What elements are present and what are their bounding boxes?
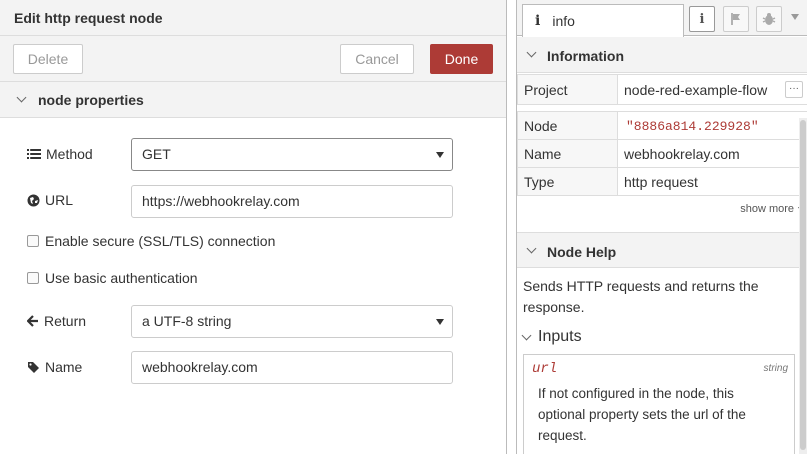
sidebar-scrollbar[interactable]: [799, 118, 807, 454]
return-select[interactable]: a UTF-8 string: [131, 305, 453, 338]
flag-icon: [731, 13, 740, 25]
tray-title: Edit http request node: [14, 10, 163, 26]
scrollbar-thumb[interactable]: [800, 120, 806, 450]
node-info-table: Node "8886a814.229928" Name webhookrelay…: [517, 111, 807, 196]
table-row: Type http request: [517, 167, 807, 196]
ssl-label: Enable secure (SSL/TLS) connection: [45, 233, 276, 249]
tag-icon: [28, 361, 39, 373]
type-value: http request: [617, 167, 807, 196]
method-value: GET: [142, 146, 171, 162]
information-section[interactable]: Information: [517, 37, 807, 73]
table-row: Name webhookrelay.com: [517, 139, 807, 168]
info-icon: i: [535, 13, 541, 29]
auth-label: Use basic authentication: [45, 270, 198, 286]
project-table: Project node-red-example-flow ···: [517, 74, 807, 105]
name-input[interactable]: webhookrelay.com: [131, 351, 453, 384]
table-row: Node "8886a814.229928": [517, 111, 807, 140]
arrow-left-icon: [27, 315, 38, 327]
node-properties-section[interactable]: node properties: [0, 82, 506, 118]
info-tab-icon[interactable]: i: [689, 6, 715, 32]
method-label-text: Method: [46, 146, 93, 162]
flag-tab-icon[interactable]: [723, 6, 749, 32]
node-help-section[interactable]: Node Help: [517, 232, 807, 268]
project-value-cell: node-red-example-flow ···: [617, 74, 807, 105]
url-label-text: URL: [45, 192, 74, 208]
project-more-button[interactable]: ···: [785, 81, 803, 98]
tray-toolbar: Delete Cancel Done: [0, 36, 506, 82]
name-label-text: Name: [45, 359, 83, 375]
chevron-down-icon: [16, 92, 27, 103]
tray-header: Edit http request node: [0, 0, 506, 36]
inputs-title: Inputs: [538, 328, 582, 345]
inputs-header[interactable]: Inputs: [521, 328, 582, 346]
info-icon: i: [699, 11, 705, 27]
project-key: Project: [517, 74, 618, 105]
information-title: Information: [547, 48, 624, 64]
name-key: Name: [517, 139, 618, 168]
node-help-title: Node Help: [547, 244, 617, 260]
tab-info-label: info: [552, 13, 575, 29]
name-value: webhookrelay.com: [617, 139, 807, 168]
caret-down-icon[interactable]: [791, 14, 799, 20]
input-url-name: url: [532, 361, 558, 377]
node-key: Node: [517, 111, 618, 140]
input-url-desc: If not configured in the node, this opti…: [538, 386, 746, 443]
globe-icon: [27, 194, 40, 206]
return-value: a UTF-8 string: [142, 313, 232, 329]
cancel-button[interactable]: Cancel: [340, 44, 414, 74]
caret-down-icon: [436, 152, 444, 158]
bug-icon: [762, 13, 776, 25]
method-label: Method: [27, 146, 93, 162]
show-more-link[interactable]: show more: [740, 203, 804, 215]
url-label: URL: [27, 192, 73, 208]
caret-down-icon: [436, 319, 444, 325]
done-button[interactable]: Done: [430, 44, 493, 74]
list-icon: [27, 149, 41, 159]
tab-info[interactable]: i info: [522, 4, 684, 37]
input-url-type: string: [763, 363, 788, 374]
help-text: Sends HTTP requests and returns the resp…: [523, 278, 759, 315]
debug-tab-icon[interactable]: [756, 6, 782, 32]
ssl-checkbox[interactable]: [27, 235, 39, 247]
return-label-text: Return: [44, 313, 87, 329]
url-input[interactable]: https://webhookrelay.com: [131, 185, 453, 218]
chevron-down-icon: [521, 330, 532, 340]
section-title: node properties: [38, 92, 144, 108]
chevron-down-icon: [526, 243, 537, 254]
method-select[interactable]: GET: [131, 138, 453, 171]
name-label: Name: [27, 359, 82, 375]
return-label: Return: [27, 313, 86, 329]
table-row: Project node-red-example-flow ···: [517, 74, 807, 105]
node-id[interactable]: "8886a814.229928": [624, 119, 759, 134]
info-sidebar: i info i Information Project node-red-ex…: [516, 0, 807, 454]
node-value-cell: "8886a814.229928": [617, 111, 807, 140]
inputs-box: url string If not configured in the node…: [523, 354, 795, 454]
chevron-down-icon: [526, 47, 537, 58]
sidebar-tab-bar: i info i: [517, 0, 807, 37]
project-value: node-red-example-flow: [624, 81, 768, 98]
type-key: Type: [517, 167, 618, 196]
show-more-label: show more: [740, 203, 794, 215]
delete-button[interactable]: Delete: [13, 44, 83, 74]
ssl-checkbox-row[interactable]: Enable secure (SSL/TLS) connection: [27, 233, 275, 249]
auth-checkbox[interactable]: [27, 272, 39, 284]
auth-checkbox-row[interactable]: Use basic authentication: [27, 270, 198, 286]
edit-tray: Edit http request node Delete Cancel Don…: [0, 0, 507, 454]
